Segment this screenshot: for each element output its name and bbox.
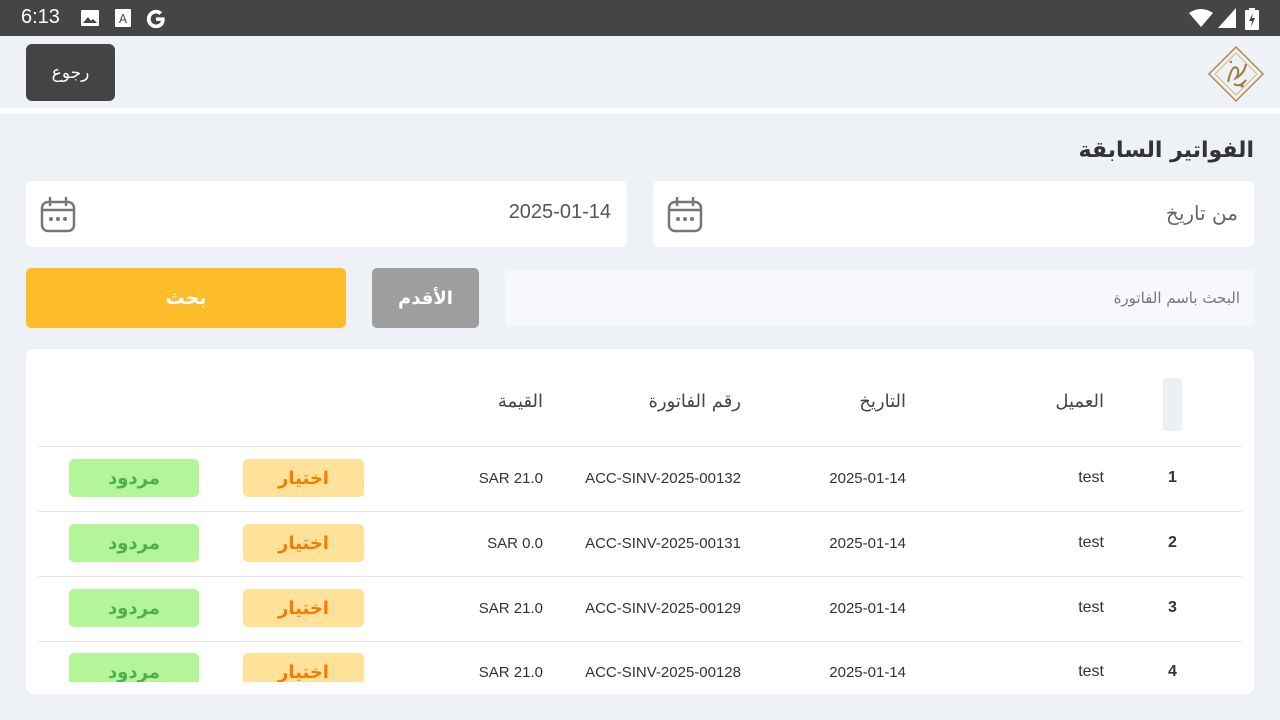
date-to-field[interactable]: 2025-01-14 xyxy=(26,181,627,247)
wifi-icon xyxy=(1189,9,1213,27)
search-button[interactable]: بحث xyxy=(26,268,346,328)
battery-icon xyxy=(1245,8,1259,30)
signal-icon xyxy=(1218,8,1236,28)
date-from-field[interactable]: من تاريخ xyxy=(653,181,1254,247)
invoices-table: العميل التاريخ رقم الفاتورة القيمة 1 tes… xyxy=(26,349,1254,694)
status-bar: 6:13 A xyxy=(0,0,1280,36)
app-logo xyxy=(1207,45,1265,103)
back-button[interactable]: رجوع xyxy=(26,44,115,101)
returned-button[interactable]: مردود xyxy=(69,653,199,682)
row-number: 4 xyxy=(1168,663,1177,680)
sort-oldest-button[interactable]: الأقدم xyxy=(372,268,479,328)
app-header xyxy=(0,36,1280,108)
row-client: test xyxy=(1078,663,1104,680)
row-value: SAR 21.0 xyxy=(478,664,543,681)
header-divider xyxy=(0,108,1280,114)
invoice-search-input[interactable] xyxy=(505,270,1254,326)
page-title: الفواتير السابقة xyxy=(1078,138,1254,163)
date-to-value: 2025-01-14 xyxy=(508,201,611,223)
google-icon xyxy=(146,9,165,29)
choose-button[interactable]: اختيار xyxy=(243,653,364,682)
row-invoice-number: ACC-SINV-2025-00128 xyxy=(585,664,741,681)
date-from-placeholder: من تاريخ xyxy=(1165,201,1238,225)
calendar-icon[interactable] xyxy=(40,197,76,233)
row-date: 2025-01-14 xyxy=(829,664,906,681)
status-time: 6:13 xyxy=(21,6,60,28)
calendar-icon[interactable] xyxy=(667,197,703,233)
svg-text:A: A xyxy=(119,12,128,26)
image-icon xyxy=(81,10,99,26)
app-icon: A xyxy=(115,9,131,27)
table-row: 4 test 2025-01-14 ACC-SINV-2025-00128 SA… xyxy=(26,349,1254,682)
